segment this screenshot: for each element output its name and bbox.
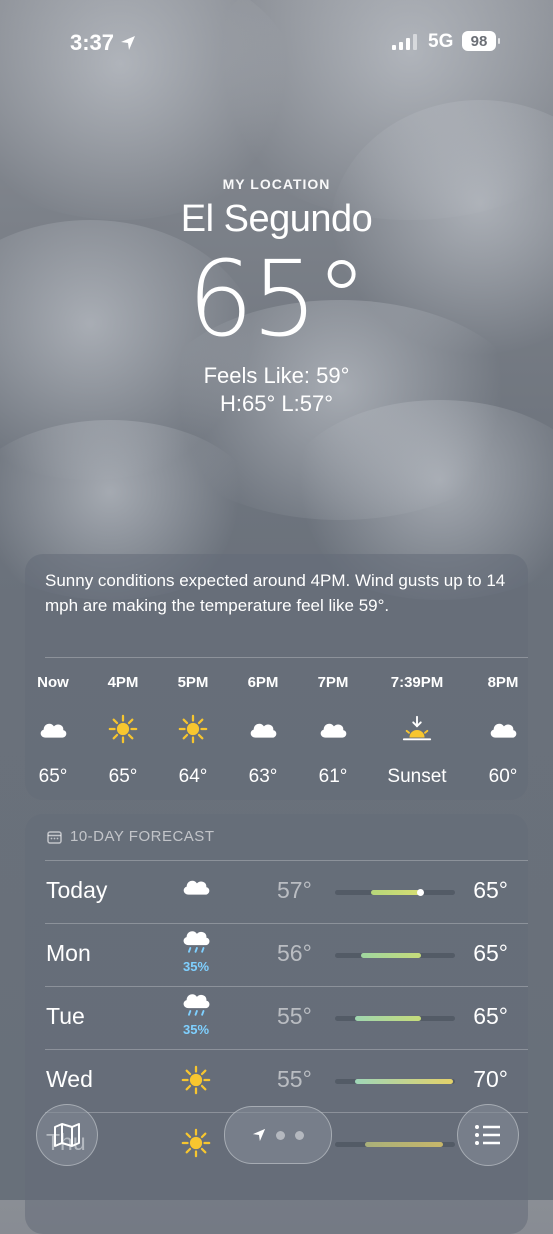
list-icon xyxy=(475,1125,500,1145)
feels-like: Feels Like: 59° xyxy=(203,363,350,388)
hour-label: 8PM xyxy=(487,674,519,691)
temp-range-fill xyxy=(361,953,422,958)
page-dot[interactable] xyxy=(295,1130,304,1140)
temp-range-bar xyxy=(335,1142,455,1147)
map-button[interactable] xyxy=(36,1104,98,1166)
location-label: MY LOCATION xyxy=(222,176,331,192)
hour-label: 7PM xyxy=(317,674,349,691)
location-pager[interactable] xyxy=(224,1106,332,1164)
hour-value: 61° xyxy=(318,766,348,787)
sun-icon xyxy=(158,714,228,744)
ten-day-forecast-card[interactable]: 10-DAY FORECAST Today 57° 65° Mon 35% 56° 65° T… xyxy=(25,814,528,1234)
forecast-low: 56° xyxy=(277,940,312,966)
sunset-icon xyxy=(362,714,472,744)
hour-item: 6PM 63° xyxy=(228,674,298,788)
cloud-icon xyxy=(298,714,368,744)
forecast-high: 65° xyxy=(473,877,508,903)
cellular-signal-icon xyxy=(392,34,417,50)
temp-range-bar xyxy=(335,1016,455,1021)
forecast-day: Mon xyxy=(46,940,91,966)
forecast-row[interactable]: Today 57° 65° xyxy=(25,861,528,924)
hour-label: 4PM xyxy=(107,674,139,691)
hour-label: Now xyxy=(37,674,69,691)
map-icon xyxy=(54,1123,80,1147)
page-dot[interactable] xyxy=(276,1130,285,1140)
hour-value: 63° xyxy=(248,766,278,787)
temp-range-fill xyxy=(371,890,422,895)
cloud-icon xyxy=(228,714,298,744)
forecast-header: 10-DAY FORECAST xyxy=(47,828,214,845)
cloud-icon xyxy=(468,714,528,744)
sun-icon xyxy=(175,1127,217,1164)
hour-value: 64° xyxy=(178,766,208,787)
forecast-high: 65° xyxy=(473,940,508,966)
hour-label: 5PM xyxy=(177,674,209,691)
temp-range-bar xyxy=(335,889,455,896)
card-divider xyxy=(45,657,528,658)
battery-icon: 98 xyxy=(462,31,500,51)
hour-item: 8PM 60° xyxy=(468,674,528,788)
cloud-rain-icon: 35% xyxy=(175,993,217,1037)
cloud-icon xyxy=(175,875,217,902)
hour-value: 65° xyxy=(108,766,138,787)
hour-value: 60° xyxy=(488,766,518,787)
temp-range-bar xyxy=(335,953,455,958)
cloud-icon xyxy=(25,714,88,744)
hour-item: 5PM 64° xyxy=(158,674,228,788)
hourly-strip[interactable]: Now 65° 4PM 65° 5PM 64° 6PM 63° 7PM 61° 7:39PM Suns… xyxy=(25,674,528,794)
battery-level: 98 xyxy=(470,32,488,50)
calendar-icon xyxy=(47,830,62,844)
location-header: MY LOCATION El Segundo 65° Feels Like: 5… xyxy=(0,170,553,417)
high-low: H:65° L:57° xyxy=(220,391,333,416)
forecast-low: 55° xyxy=(277,1003,312,1029)
city-name: El Segundo xyxy=(180,198,373,240)
hour-item: 4PM 65° xyxy=(88,674,158,788)
forecast-low: 57° xyxy=(277,877,312,903)
current-temp-marker xyxy=(417,889,425,896)
forecast-day: Tue xyxy=(46,1003,85,1029)
sun-icon xyxy=(175,1064,217,1101)
locations-list-button[interactable] xyxy=(457,1104,519,1166)
network-type: 5G xyxy=(428,31,454,52)
temp-range-fill xyxy=(355,1016,422,1021)
current-temperature: 65° xyxy=(187,238,367,360)
hourly-forecast-card[interactable]: Sunny conditions expected around 4PM. Wi… xyxy=(25,554,528,800)
forecast-day: Wed xyxy=(46,1066,93,1092)
sun-icon xyxy=(88,714,158,744)
hour-label: 7:39PM xyxy=(390,674,444,691)
hour-value: Sunset xyxy=(387,766,447,787)
status-time: 3:37 xyxy=(70,30,136,56)
temp-range-bar xyxy=(335,1079,455,1084)
temp-range-fill xyxy=(365,1142,443,1147)
forecast-row[interactable]: Wed 55° 70° xyxy=(25,1050,528,1113)
cloud-rain-icon: 35% xyxy=(175,930,217,974)
hour-value: 65° xyxy=(38,766,68,787)
forecast-high: 65° xyxy=(473,1003,508,1029)
precip-chance: 35% xyxy=(182,1021,210,1037)
hour-label: 6PM xyxy=(247,674,279,691)
forecast-low: 55° xyxy=(277,1066,312,1092)
precip-chance: 35% xyxy=(182,958,210,974)
forecast-row[interactable]: Tue 35% 55° 65° xyxy=(25,987,528,1050)
location-arrow-icon xyxy=(121,36,136,50)
temp-range-fill xyxy=(355,1079,453,1084)
location-arrow-icon xyxy=(252,1128,266,1142)
forecast-day: Today xyxy=(46,877,108,903)
forecast-high: 70° xyxy=(473,1066,508,1092)
hour-item: 7:39PM Sunset xyxy=(362,674,472,788)
hour-item: Now 65° xyxy=(25,674,88,788)
conditions-summary: Sunny conditions expected around 4PM. Wi… xyxy=(45,571,506,615)
forecast-title: 10-DAY FORECAST xyxy=(70,828,215,845)
status-bar: 3:37 5G 98 xyxy=(0,0,553,84)
hour-item: 7PM 61° xyxy=(298,674,368,788)
forecast-row[interactable]: Mon 35% 56° 65° xyxy=(25,924,528,987)
